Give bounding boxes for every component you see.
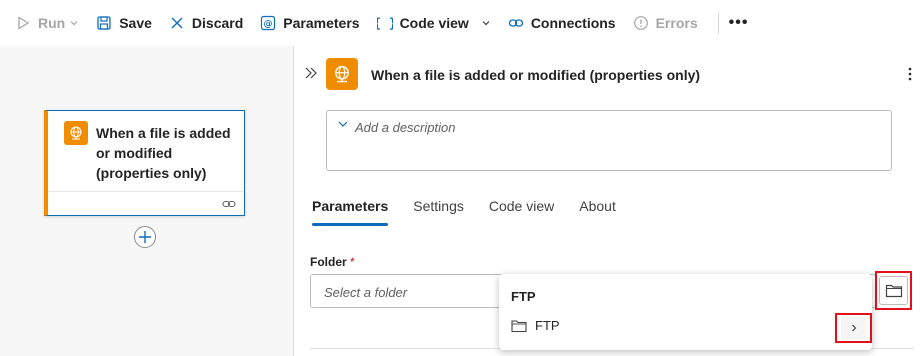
- panel-title: When a file is added or modified (proper…: [371, 67, 701, 83]
- vertical-more-icon[interactable]: [907, 66, 913, 82]
- trigger-card-footer: [48, 191, 244, 215]
- tab-about[interactable]: About: [579, 198, 616, 226]
- add-step-button[interactable]: [134, 226, 156, 248]
- folder-label-text: Folder: [310, 255, 347, 269]
- run-label: Run: [38, 15, 66, 31]
- folder-label: Folder *: [310, 255, 355, 269]
- errors-label: Errors: [655, 15, 698, 31]
- save-button[interactable]: Save: [95, 14, 152, 32]
- ftp-globe-icon: [326, 58, 358, 90]
- save-label: Save: [119, 15, 152, 31]
- connections-button[interactable]: Connections: [507, 14, 616, 32]
- more-icon: •••: [728, 14, 749, 31]
- save-icon: [95, 14, 113, 32]
- svg-text:{ }: { }: [377, 17, 393, 32]
- description-field[interactable]: Add a description: [326, 110, 892, 171]
- play-icon: [14, 14, 32, 32]
- code-view-button[interactable]: { } Code view: [376, 14, 491, 32]
- toolbar: Run Save Discard @ Parameters { } Code v…: [0, 0, 923, 46]
- folder-icon: [511, 319, 527, 332]
- tab-settings[interactable]: Settings: [413, 198, 464, 226]
- ftp-globe-icon: [64, 121, 88, 145]
- browse-folder-button-inner: [879, 276, 908, 305]
- toolbar-divider: [717, 12, 719, 34]
- code-view-label: Code view: [399, 15, 469, 31]
- more-options-button[interactable]: •••: [729, 14, 749, 32]
- chevron-down-icon[interactable]: [481, 18, 491, 28]
- expand-folder-button-inner: [841, 317, 866, 339]
- error-icon: [632, 14, 650, 32]
- errors-button[interactable]: Errors: [632, 14, 698, 32]
- parameters-icon: @: [259, 14, 277, 32]
- browse-folder-button[interactable]: [875, 271, 912, 310]
- folder-placeholder: Select a folder: [324, 285, 408, 300]
- folder-picker-item[interactable]: FTP: [511, 318, 560, 333]
- required-mark: *: [350, 255, 355, 269]
- folder-picker-header: FTP: [511, 289, 536, 304]
- tab-parameters[interactable]: Parameters: [312, 198, 389, 226]
- designer-canvas: When a file is added or modified (proper…: [0, 46, 293, 356]
- folder-picker-popup: FTP FTP: [499, 274, 872, 350]
- braces-icon: { }: [376, 14, 394, 32]
- chevron-down-icon: [70, 21, 78, 26]
- folder-picker-item-label: FTP: [535, 318, 560, 333]
- expand-folder-button[interactable]: [835, 313, 872, 343]
- trigger-card[interactable]: When a file is added or modified (proper…: [44, 110, 245, 216]
- folder-icon: [885, 284, 902, 298]
- parameters-label: Parameters: [283, 15, 360, 31]
- double-chevron-right-icon[interactable]: [304, 66, 318, 80]
- svg-text:@: @: [264, 20, 273, 30]
- connections-label: Connections: [530, 15, 616, 31]
- plus-icon: [139, 231, 151, 243]
- panel-tabs: Parameters Settings Code view About: [312, 198, 641, 226]
- link-icon: [507, 14, 525, 32]
- close-icon: [168, 14, 186, 32]
- chevron-right-icon: [851, 324, 856, 332]
- run-button[interactable]: Run: [14, 14, 79, 32]
- chevron-down-icon[interactable]: [337, 118, 349, 130]
- parameters-button[interactable]: @ Parameters: [259, 14, 360, 32]
- tab-code-view[interactable]: Code view: [489, 198, 554, 226]
- connection-link-icon: [222, 200, 236, 208]
- discard-label: Discard: [191, 15, 244, 31]
- discard-button[interactable]: Discard: [168, 14, 243, 32]
- description-placeholder: Add a description: [355, 120, 456, 135]
- trigger-card-title: When a file is added or modified (proper…: [96, 125, 231, 181]
